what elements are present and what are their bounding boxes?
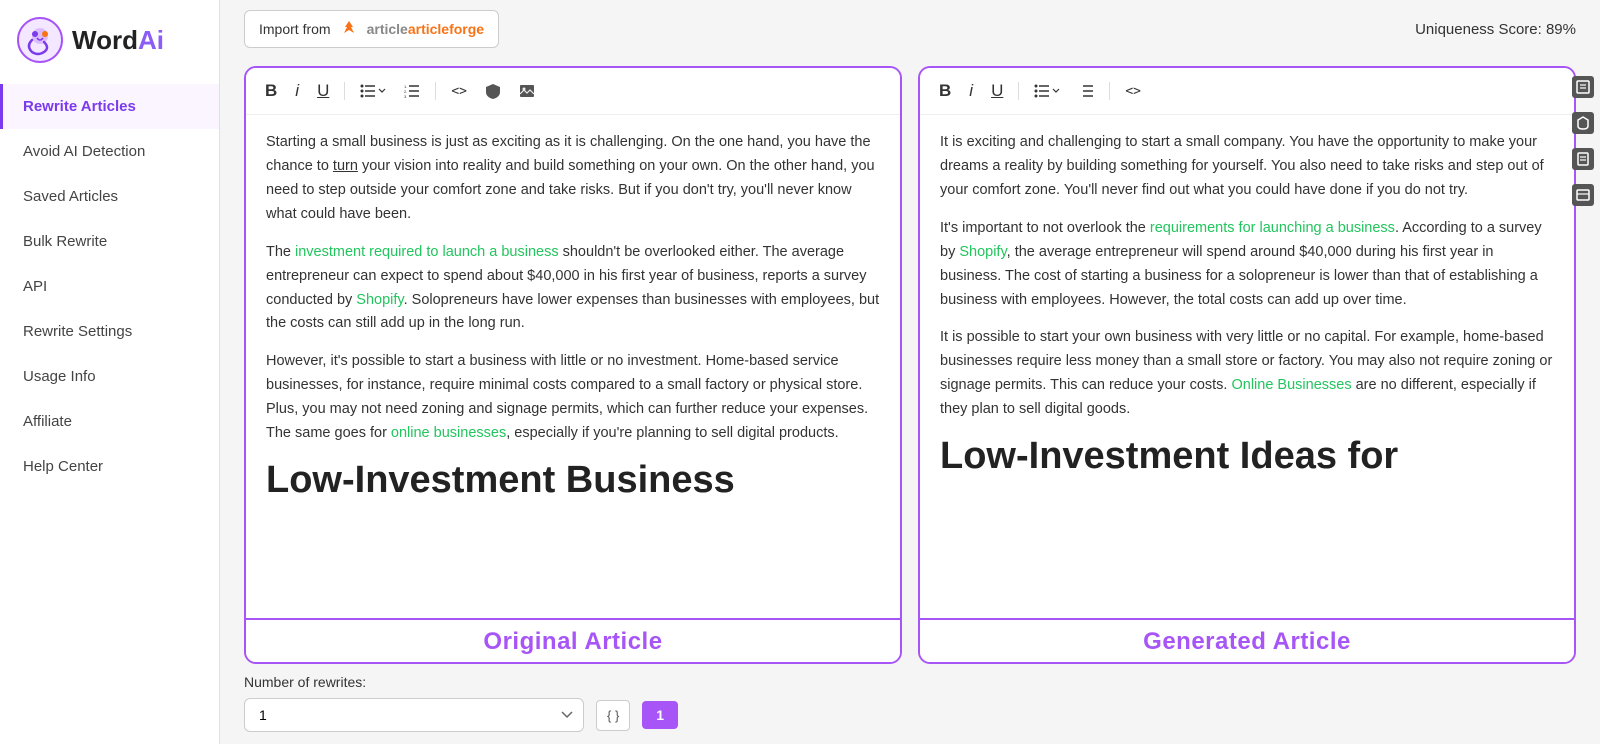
generated-toolbar: B i U <> bbox=[920, 68, 1574, 115]
image-button-original[interactable] bbox=[514, 81, 540, 101]
articleforge-text: articlearticleforge bbox=[367, 21, 485, 37]
ordered-list-button-original[interactable]: 1.2.3. bbox=[399, 81, 425, 101]
underline-button-generated[interactable]: U bbox=[986, 78, 1008, 104]
logo-text: WordAi bbox=[72, 25, 164, 56]
italic-button-generated[interactable]: i bbox=[964, 78, 978, 104]
original-para-3: However, it's possible to start a busine… bbox=[266, 350, 880, 446]
original-article-content[interactable]: Starting a small business is just as exc… bbox=[246, 115, 900, 618]
italic-button-original[interactable]: i bbox=[290, 78, 304, 104]
generated-para-1: It is exciting and challenging to start … bbox=[940, 131, 1554, 203]
list-button-original[interactable] bbox=[355, 81, 391, 101]
wordai-logo-icon bbox=[16, 16, 64, 64]
generated-article-label: Generated Article bbox=[920, 618, 1574, 662]
original-article-panel: B i U 1.2.3. <> bbox=[244, 66, 902, 664]
right-icon-2[interactable] bbox=[1572, 112, 1594, 134]
underline-button-original[interactable]: U bbox=[312, 78, 334, 104]
import-articleforge-button[interactable]: Import from articlearticleforge bbox=[244, 10, 499, 48]
num-rewrites-label: Number of rewrites: bbox=[244, 674, 1576, 690]
bottombar: Number of rewrites: 1 2 3 4 5 { } 1 bbox=[220, 664, 1600, 744]
sidebar-item-bulk-rewrite[interactable]: Bulk Rewrite bbox=[0, 219, 219, 264]
separator-4 bbox=[1109, 82, 1110, 100]
bold-button-generated[interactable]: B bbox=[934, 78, 956, 104]
original-article-label: Original Article bbox=[246, 618, 900, 662]
generated-big-heading: Low-Investment Ideas for bbox=[940, 436, 1554, 478]
nav-list: Rewrite ArticlesAvoid AI DetectionSaved … bbox=[0, 84, 219, 489]
generated-para-2: It's important to not overlook the requi… bbox=[940, 217, 1554, 313]
right-icon-3[interactable] bbox=[1572, 148, 1594, 170]
logo-area: WordAi bbox=[0, 0, 219, 84]
generated-article-panel: B i U <> It is exciting and challenging … bbox=[918, 66, 1576, 664]
link-online-biz-gen[interactable]: Online Businesses bbox=[1231, 377, 1351, 393]
sidebar-item-api[interactable]: API bbox=[0, 264, 219, 309]
right-icon-1[interactable] bbox=[1572, 76, 1594, 98]
editors-row: B i U 1.2.3. <> bbox=[220, 58, 1600, 664]
import-label: Import from bbox=[259, 21, 331, 37]
num-rewrites-badge[interactable]: 1 bbox=[642, 701, 678, 729]
link-online-biz[interactable]: online businesses bbox=[391, 425, 506, 441]
shield-button-original[interactable] bbox=[480, 80, 506, 103]
rewrites-select[interactable]: 1 2 3 4 5 bbox=[244, 698, 584, 732]
articleforge-flame-icon bbox=[339, 19, 359, 39]
separator-3 bbox=[1018, 82, 1019, 100]
sidebar-item-usage-info[interactable]: Usage Info bbox=[0, 354, 219, 399]
uniqueness-score: Uniqueness Score: 89% bbox=[1415, 21, 1576, 38]
code-button-generated[interactable]: <> bbox=[1120, 81, 1146, 102]
json-button[interactable]: { } bbox=[596, 700, 630, 731]
code-button-original[interactable]: <> bbox=[446, 81, 472, 102]
link-investment[interactable]: investment required to launch a business bbox=[295, 244, 559, 260]
right-panel-icons bbox=[1566, 60, 1600, 222]
bold-button-original[interactable]: B bbox=[260, 78, 282, 104]
rewrites-select-row: 1 2 3 4 5 { } 1 bbox=[244, 698, 1576, 732]
separator-2 bbox=[435, 82, 436, 100]
sidebar-item-help-center[interactable]: Help Center bbox=[0, 444, 219, 489]
sidebar-item-rewrite-articles[interactable]: Rewrite Articles bbox=[0, 84, 219, 129]
sidebar-item-saved-articles[interactable]: Saved Articles bbox=[0, 174, 219, 219]
sidebar-item-avoid-ai-detection[interactable]: Avoid AI Detection bbox=[0, 129, 219, 174]
topbar-left: Import from articlearticleforge bbox=[244, 10, 499, 48]
original-para-2: The investment required to launch a busi… bbox=[266, 241, 880, 337]
original-para-1: Starting a small business is just as exc… bbox=[266, 131, 880, 227]
list-button-generated[interactable] bbox=[1029, 81, 1065, 101]
link-shopify-orig[interactable]: Shopify bbox=[356, 292, 403, 308]
generated-article-content[interactable]: It is exciting and challenging to start … bbox=[920, 115, 1574, 618]
sidebar-item-affiliate[interactable]: Affiliate bbox=[0, 399, 219, 444]
topbar: Import from articlearticleforge Uniquene… bbox=[220, 0, 1600, 58]
svg-text:3.: 3. bbox=[404, 94, 407, 98]
generated-para-3: It is possible to start your own busines… bbox=[940, 326, 1554, 422]
sidebar-item-rewrite-settings[interactable]: Rewrite Settings bbox=[0, 309, 219, 354]
link-shopify-gen[interactable]: Shopify bbox=[959, 244, 1006, 260]
main-content: Import from articlearticleforge Uniquene… bbox=[220, 0, 1600, 744]
ordered-list-button-generated[interactable] bbox=[1073, 81, 1099, 101]
original-toolbar: B i U 1.2.3. <> bbox=[246, 68, 900, 115]
sidebar: WordAi Rewrite ArticlesAvoid AI Detectio… bbox=[0, 0, 220, 744]
separator-1 bbox=[344, 82, 345, 100]
link-requirements[interactable]: requirements for launching a business bbox=[1150, 220, 1395, 236]
right-icon-4[interactable] bbox=[1572, 184, 1594, 206]
original-big-heading: Low-Investment Business bbox=[266, 460, 880, 502]
